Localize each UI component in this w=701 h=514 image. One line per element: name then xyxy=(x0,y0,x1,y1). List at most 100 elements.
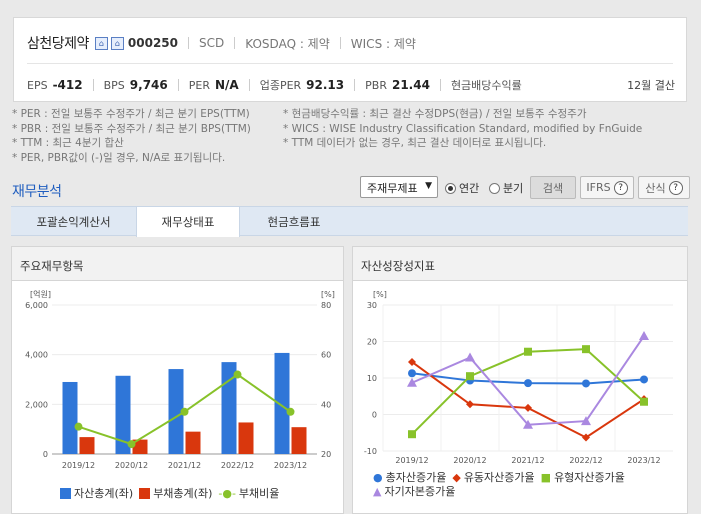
debt-ratio-point xyxy=(74,422,83,431)
x-tick-label: 2021/12 xyxy=(511,456,544,465)
legend-item-assets[interactable]: 자산총계(좌) xyxy=(60,485,133,501)
y-axis-right-unit: [%] xyxy=(321,290,335,299)
divider xyxy=(234,37,236,49)
metric-per: PER N/A xyxy=(188,78,239,92)
y-tick: 0 xyxy=(372,411,377,420)
metrics-row: EPS -412 BPS 9,746 PER N/A 업종PER 92.13 PBR 21… xyxy=(27,77,675,93)
total-assets-growth-point xyxy=(582,379,590,388)
x-tick-label: 2020/12 xyxy=(115,461,148,470)
search-button[interactable]: 검색 xyxy=(530,176,576,199)
x-tick-label: 2020/12 xyxy=(453,456,486,465)
settlement-month: 12월 결산 xyxy=(627,79,675,92)
divider xyxy=(354,79,356,91)
tab-balance-sheet[interactable]: 재무상태표 xyxy=(136,207,240,237)
statement-select-value: 주재무제표 xyxy=(367,182,418,195)
debt-ratio-point xyxy=(233,370,242,379)
legend-marker: ▲ xyxy=(373,485,382,498)
equity-growth-point xyxy=(465,352,475,362)
divider xyxy=(92,79,94,91)
total-assets-growth-point xyxy=(408,369,416,378)
legend-marker: ◆ xyxy=(452,471,461,484)
radio-annual[interactable]: 연간 xyxy=(445,180,479,196)
header-divider xyxy=(27,63,673,64)
formula-button[interactable]: 산식 ? xyxy=(638,176,690,199)
note-ttm: * TTM : 최근 4분기 합산 xyxy=(12,137,124,149)
legend-marker: ■ xyxy=(540,471,552,484)
note-pbr: * PBR : 전일 보통주 수정주가 / 최근 분기 BPS(TTM) xyxy=(12,122,251,135)
asset-growth-panel: 자산성장성지표 [%] -10 0 10 20 30 2019/12 2020/12 2021/… xyxy=(352,246,688,514)
market-tag: SCD xyxy=(199,36,225,50)
asset-growth-chart: [%] -10 0 10 20 30 2019/12 2020/12 2021/12 2022/1… xyxy=(364,290,673,465)
y-tick-right: 80 xyxy=(321,301,331,310)
panel-title: 주요재무항목 xyxy=(12,247,343,281)
tangible-assets-growth-point xyxy=(408,430,416,439)
ifrs-button[interactable]: IFRS ? xyxy=(580,176,634,199)
radio-annual-dot[interactable] xyxy=(445,182,456,194)
note-wics: * WICS : WISE Industry Classification St… xyxy=(283,122,643,135)
bar-assets xyxy=(274,352,290,454)
stock-title-row: 삼천당제약 ⌂ ⌂ 000250 SCD KOSDAQ : 제약 WICS : … xyxy=(27,33,416,53)
formula-label: 산식 xyxy=(645,181,666,195)
radio-quarter-label: 분기 xyxy=(503,182,524,195)
y-tick-left: 0 xyxy=(43,450,48,459)
bar-liabilities xyxy=(291,427,307,454)
legend-item-equity[interactable]: ▲ 자기자본증가율 xyxy=(373,485,455,499)
equity-growth-point xyxy=(639,331,649,341)
legend-label: 유형자산증가율 xyxy=(554,471,625,484)
legend-label: 부채총계(좌) xyxy=(153,487,213,500)
note-per: * PER : 전일 보통주 수정주가 / 최근 분기 EPS(TTM) xyxy=(12,108,250,120)
stock-code: 000250 xyxy=(127,36,179,50)
debt-ratio-point xyxy=(180,407,189,416)
debt-ratio-point xyxy=(127,440,136,449)
legend-item-liabilities[interactable]: 부채총계(좌) xyxy=(139,485,212,501)
y-tick-left: 6,000 xyxy=(25,301,48,310)
statement-select[interactable]: 주재무제표 ▼ xyxy=(360,176,438,198)
notes-right: * 현금배당수익률 : 최근 결산 수정DPS(현금) / 전일 보통주 수정주… xyxy=(283,107,642,151)
tab-income-statement[interactable]: 포괄손익계산서 xyxy=(11,207,136,236)
legend-marker: -●- xyxy=(218,486,236,500)
bar-liabilities xyxy=(185,431,201,454)
x-tick-label: 2019/12 xyxy=(62,461,95,470)
legend-item-current-assets[interactable]: ◆ 유동자산증가율 xyxy=(452,471,534,485)
bar-liabilities xyxy=(79,437,95,454)
y-tick-right: 20 xyxy=(321,450,331,459)
y-tick: 30 xyxy=(367,301,377,310)
y-tick-left: 4,000 xyxy=(25,351,48,360)
metric-eps: EPS -412 xyxy=(27,78,83,92)
divider xyxy=(439,79,441,91)
kosdaq-tag: KOSDAQ : 제약 xyxy=(245,36,330,51)
legend-swatch xyxy=(139,487,151,499)
debt-ratio-point xyxy=(286,407,295,416)
tangible-assets-growth-point xyxy=(582,345,590,354)
statement-tabs: 포괄손익계산서 재무상태표 현금흐름표 xyxy=(11,206,688,237)
x-tick-label: 2022/12 xyxy=(569,456,602,465)
radio-quarter[interactable]: 분기 xyxy=(489,180,523,196)
y-tick-right: 60 xyxy=(321,351,331,360)
x-tick-label: 2023/12 xyxy=(274,461,307,470)
metric-pbr: PBR 21.44 xyxy=(365,78,430,92)
y-tick-left: 2,000 xyxy=(25,400,48,409)
y-axis-left-unit: [억원] xyxy=(30,289,51,299)
x-tick-label: 2019/12 xyxy=(395,456,428,465)
company-name: 삼천당제약 xyxy=(27,36,89,52)
ifrs-label: IFRS xyxy=(586,181,611,194)
legend-item-total-assets[interactable]: ● 총자산증가율 xyxy=(373,471,446,485)
homepage-link-icon[interactable]: ⌂ xyxy=(110,36,124,50)
tangible-assets-growth-point xyxy=(466,372,474,381)
legend-label: 자기자본증가율 xyxy=(384,485,456,498)
metric-industry-per: 업종PER 92.13 xyxy=(259,78,345,92)
home-icon[interactable]: ⌂ xyxy=(94,36,108,50)
y-tick: -10 xyxy=(364,447,377,456)
chart-legend: 자산총계(좌) 부채총계(좌) -●- 부채비율 xyxy=(60,485,285,501)
tab-cash-flow[interactable]: 현금흐름표 xyxy=(240,207,348,236)
key-financials-chart: [억원] [%] 0 20 2,000 40 4,000 60 6,000 80 2019/12 20… xyxy=(25,289,335,470)
key-financials-panel: 주요재무항목 [억원] [%] 0 20 2,000 40 4,000 60 6,000 80 20… xyxy=(11,246,344,514)
radio-quarter-dot[interactable] xyxy=(489,182,500,194)
legend-item-tangible-assets[interactable]: ■ 유형자산증가율 xyxy=(541,471,625,485)
metric-bps: BPS 9,746 xyxy=(103,78,168,92)
legend-label: 부채비율 xyxy=(238,487,280,500)
note-dividend: * 현금배당수익률 : 최근 결산 수정DPS(현금) / 전일 보통주 수정주… xyxy=(283,108,587,120)
legend-marker: ● xyxy=(373,471,383,484)
divider xyxy=(248,79,250,91)
legend-item-debt-ratio[interactable]: -●- 부채비율 xyxy=(218,485,279,501)
